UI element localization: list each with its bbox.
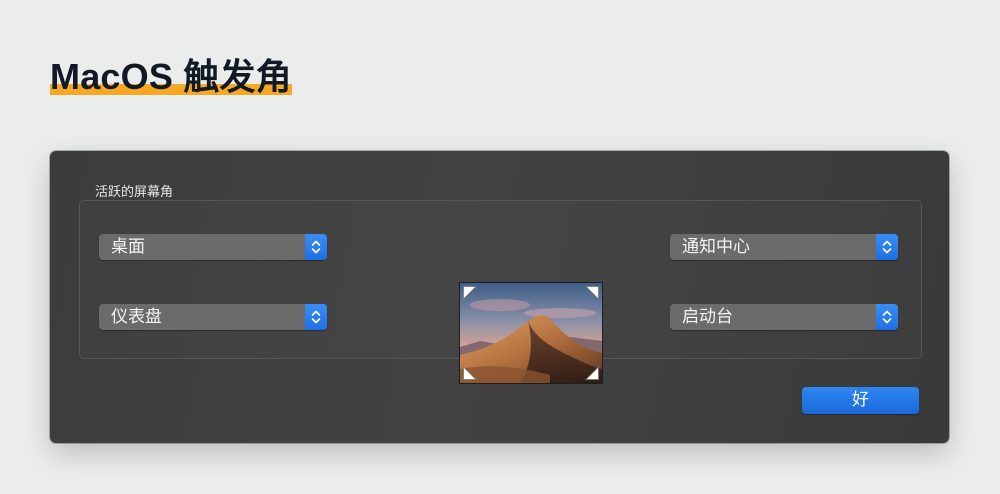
corner-select-top-right-value: 通知中心 [682, 237, 750, 257]
chevron-updown-icon [305, 304, 327, 330]
page-title: MacOS 触发角 [50, 56, 292, 97]
screen-preview [459, 282, 603, 384]
corner-select-top-right[interactable]: 通知中心 [670, 234, 898, 260]
corner-select-bottom-right-value: 启动台 [682, 307, 733, 327]
section-label: 活跃的屏幕角 [95, 185, 174, 200]
top-right-corner-icon [585, 286, 599, 300]
corner-select-top-left-value: 桌面 [111, 237, 145, 257]
chevron-updown-icon [876, 304, 898, 330]
bottom-right-corner-icon [585, 366, 599, 380]
chevron-updown-icon [876, 234, 898, 260]
hot-corners-dialog: 活跃的屏幕角 桌面 仪表盘 通知中心 启动台 好 [50, 151, 949, 443]
hot-corners-group: 桌面 仪表盘 通知中心 启动台 [79, 200, 922, 384]
corner-select-bottom-left[interactable]: 仪表盘 [99, 304, 327, 330]
corner-select-bottom-left-value: 仪表盘 [111, 307, 162, 327]
top-left-corner-icon [463, 286, 477, 300]
corner-select-top-left[interactable]: 桌面 [99, 234, 327, 260]
corner-select-bottom-right[interactable]: 启动台 [670, 304, 898, 330]
bottom-left-corner-icon [463, 366, 477, 380]
chevron-updown-icon [305, 234, 327, 260]
page-heading: MacOS 触发角 [50, 56, 292, 98]
desktop-wallpaper-image [460, 283, 602, 383]
ok-button[interactable]: 好 [802, 387, 919, 414]
